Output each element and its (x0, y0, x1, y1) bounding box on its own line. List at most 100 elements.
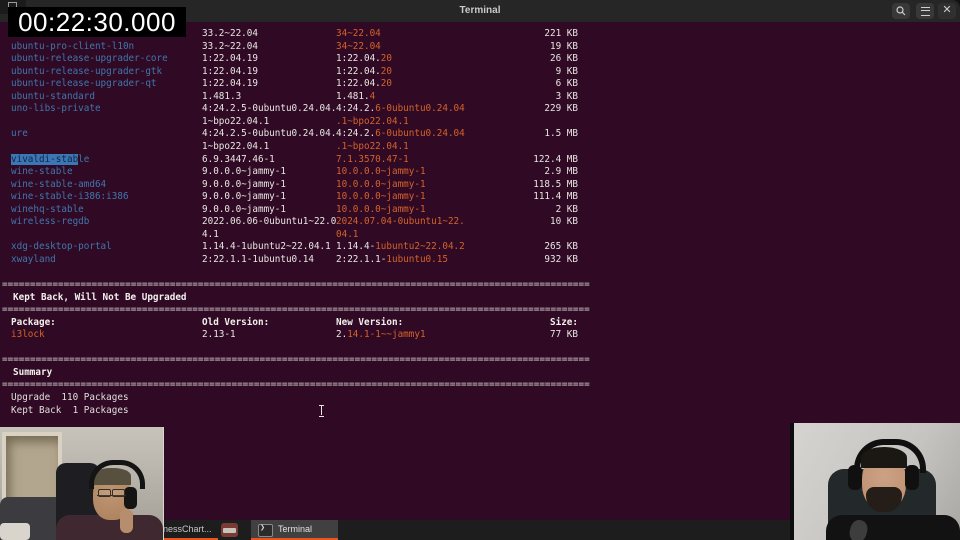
new-version: 4:24.2.6-0ubuntu0.24.04 (336, 103, 465, 116)
package-size: 3 KB (555, 90, 578, 102)
version-unchanged-part: 1.14.4- (336, 241, 376, 253)
version-changed-part: 04.1 (336, 228, 359, 240)
package-row: wine-stable-amd64 9.0.0.0~jammy-1 10.0.0.0… (0, 179, 960, 192)
old-version: 4:24.2.5-0ubuntu0.24.04. (202, 128, 337, 140)
edge-shadow (790, 423, 794, 540)
old-version: 4:24.2.5-0ubuntu0.24.04. (202, 103, 337, 115)
version-unchanged-part: 2. (336, 329, 348, 341)
version-changed-part: 20 (380, 65, 392, 77)
separator-line: ========================================… (0, 379, 960, 392)
package-name: wireless-regdb (11, 216, 90, 228)
version-changed-part: 34~22.04 (336, 28, 381, 39)
webcam-left (0, 427, 164, 540)
header-new-version: New Version: (336, 316, 404, 328)
summary-text: Kept Back 1 Packages (11, 404, 129, 416)
new-version: 10.0.0.0~jammy-1 (336, 204, 426, 217)
package-name: vivaldi-stable (11, 153, 90, 167)
old-version: 1:22.04.19 (202, 53, 258, 65)
package-row: wireless-regdb 2022.06.06-0ubuntu1~22.0 20… (0, 216, 960, 229)
glasses (97, 489, 126, 497)
package-size: 1.5 MB (544, 128, 578, 140)
package-row: uno-libs-private 4:24.2.5-0ubuntu0.24.04.… (0, 103, 960, 116)
column-header-row: Package: Old Version: New Version: Size: (0, 317, 960, 330)
close-icon[interactable]: ✕ (938, 3, 956, 19)
package-row: wine-stable-i386:i386 9.0.0.0~jammy-1 10.0… (0, 191, 960, 204)
headphones-earcup (848, 465, 862, 490)
package-name: ubuntu-release-upgrader-qt (11, 78, 157, 90)
package-row: 1~bpo22.04.1 .1~bpo22.04.1 (0, 141, 960, 154)
package-row: xwayland 2:22.1.1-1ubuntu0.14 2:22.1.1-1ub… (0, 254, 960, 267)
package-row: ubuntu-release-upgrader-gtk 1:22.04.19 1:2… (0, 66, 960, 79)
section-title-line: Summary (0, 367, 960, 380)
package-size: 77 KB (550, 329, 578, 341)
version-changed-part: 6-0ubuntu0.24.04 (375, 103, 465, 115)
webcam-right (790, 423, 960, 540)
person-hair (861, 447, 907, 468)
package-name: ubuntu-standard (11, 90, 95, 102)
old-version: 33.2~22.04 (202, 28, 258, 39)
section-title-line: Kept Back, Will Not Be Upgraded (0, 292, 960, 305)
separator: ========================================… (2, 279, 590, 290)
old-version: 9.0.0.0~jammy-1 (202, 203, 286, 215)
separator-line: ========================================… (0, 304, 960, 317)
new-version: 10.0.0.0~jammy-1 (336, 166, 426, 179)
package-size: 118.5 MB (533, 178, 578, 190)
package-size: 221 KB (544, 28, 578, 39)
hamburger-icon (920, 7, 930, 16)
package-row: ubuntu-release-upgrader-core 1:22.04.19 1:… (0, 53, 960, 66)
version-changed-part: 1ubuntu2~22.04.2 (375, 241, 465, 253)
app-icon[interactable] (221, 523, 238, 537)
package-size: 19 KB (550, 40, 578, 52)
new-version: 7.1.3570.47-1 (336, 154, 409, 167)
menu-icon[interactable] (916, 3, 934, 19)
package-name: ure (11, 128, 28, 140)
stopwatch-overlay: 00:22:30.000 (8, 7, 186, 37)
old-version: 2:22.1.1-1ubuntu0.14 (202, 253, 314, 265)
taskbar-window-button-terminal[interactable]: Terminal (251, 520, 338, 540)
version-unchanged-part: 2:22.1.1- (336, 253, 387, 265)
version-changed-part: 6-0ubuntu0.24.04 (375, 128, 465, 140)
new-version: 34~22.04 (336, 41, 381, 54)
version-changed-part: 34~22.04 (336, 40, 381, 52)
taskbar-label: Terminal (278, 524, 313, 534)
taskbar-label: nessChart... (163, 524, 212, 534)
new-version: 34~22.04 (336, 28, 381, 41)
package-name: uno-libs-private (11, 103, 101, 115)
package-size: 6 KB (555, 78, 578, 90)
separator: ========================================… (2, 379, 590, 391)
summary-text: Upgrade 110 Packages (11, 391, 129, 403)
person-shirt (826, 515, 960, 540)
package-row: wine-stable 9.0.0.0~jammy-1 10.0.0.0~jammy… (0, 166, 960, 179)
header-old-version: Old Version: (202, 316, 270, 328)
package-name-rest: le (78, 153, 90, 165)
version-unchanged-part: 1:22.04. (336, 53, 381, 65)
version-changed-part: .1~bpo22.04.1 (336, 115, 409, 127)
headphones-earcup (905, 465, 919, 490)
new-version: 1:22.04.20 (336, 53, 392, 66)
old-version: 1:22.04.19 (202, 78, 258, 90)
package-size: 265 KB (544, 241, 578, 253)
summary-line: Upgrade 110 Packages (0, 392, 960, 405)
new-version: 1:22.04.20 (336, 66, 392, 79)
version-changed-part: 10.0.0.0~jammy-1 (336, 178, 426, 190)
old-version: 1~bpo22.04.1 (202, 140, 270, 152)
version-changed-part: 2024.07.04-0ubuntu1~22. (336, 216, 465, 228)
package-size: 2 KB (555, 203, 578, 215)
old-version: 4.1 (202, 228, 219, 240)
old-version: 1:22.04.19 (202, 65, 258, 77)
package-row: 1~bpo22.04.1 .1~bpo22.04.1 (0, 116, 960, 129)
package-size: 9 KB (555, 65, 578, 77)
screen: Terminal ✕ 33.2~22.04 34~22.04 221 KB ubunt… (0, 0, 960, 540)
version-changed-part: 10.0.0.0~jammy-1 (336, 166, 426, 178)
search-icon[interactable] (892, 3, 910, 19)
package-name: wine-stable (11, 166, 73, 178)
old-version: 6.9.3447.46-1 (202, 153, 275, 165)
new-version: 2024.07.04-0ubuntu1~22. (336, 216, 465, 229)
old-version: 2.13-1 (202, 329, 236, 341)
package-row: ure 4:24.2.5-0ubuntu0.24.04. 4:24.2.6-0ubu… (0, 128, 960, 141)
old-version: 9.0.0.0~jammy-1 (202, 166, 286, 178)
package-row: winehq-stable 9.0.0.0~jammy-1 10.0.0.0~jam… (0, 204, 960, 217)
old-version: 1~bpo22.04.1 (202, 115, 270, 127)
package-name: wine-stable-i386:i386 (11, 191, 129, 203)
new-version: 1.14.4-1ubuntu2~22.04.2 (336, 241, 465, 254)
